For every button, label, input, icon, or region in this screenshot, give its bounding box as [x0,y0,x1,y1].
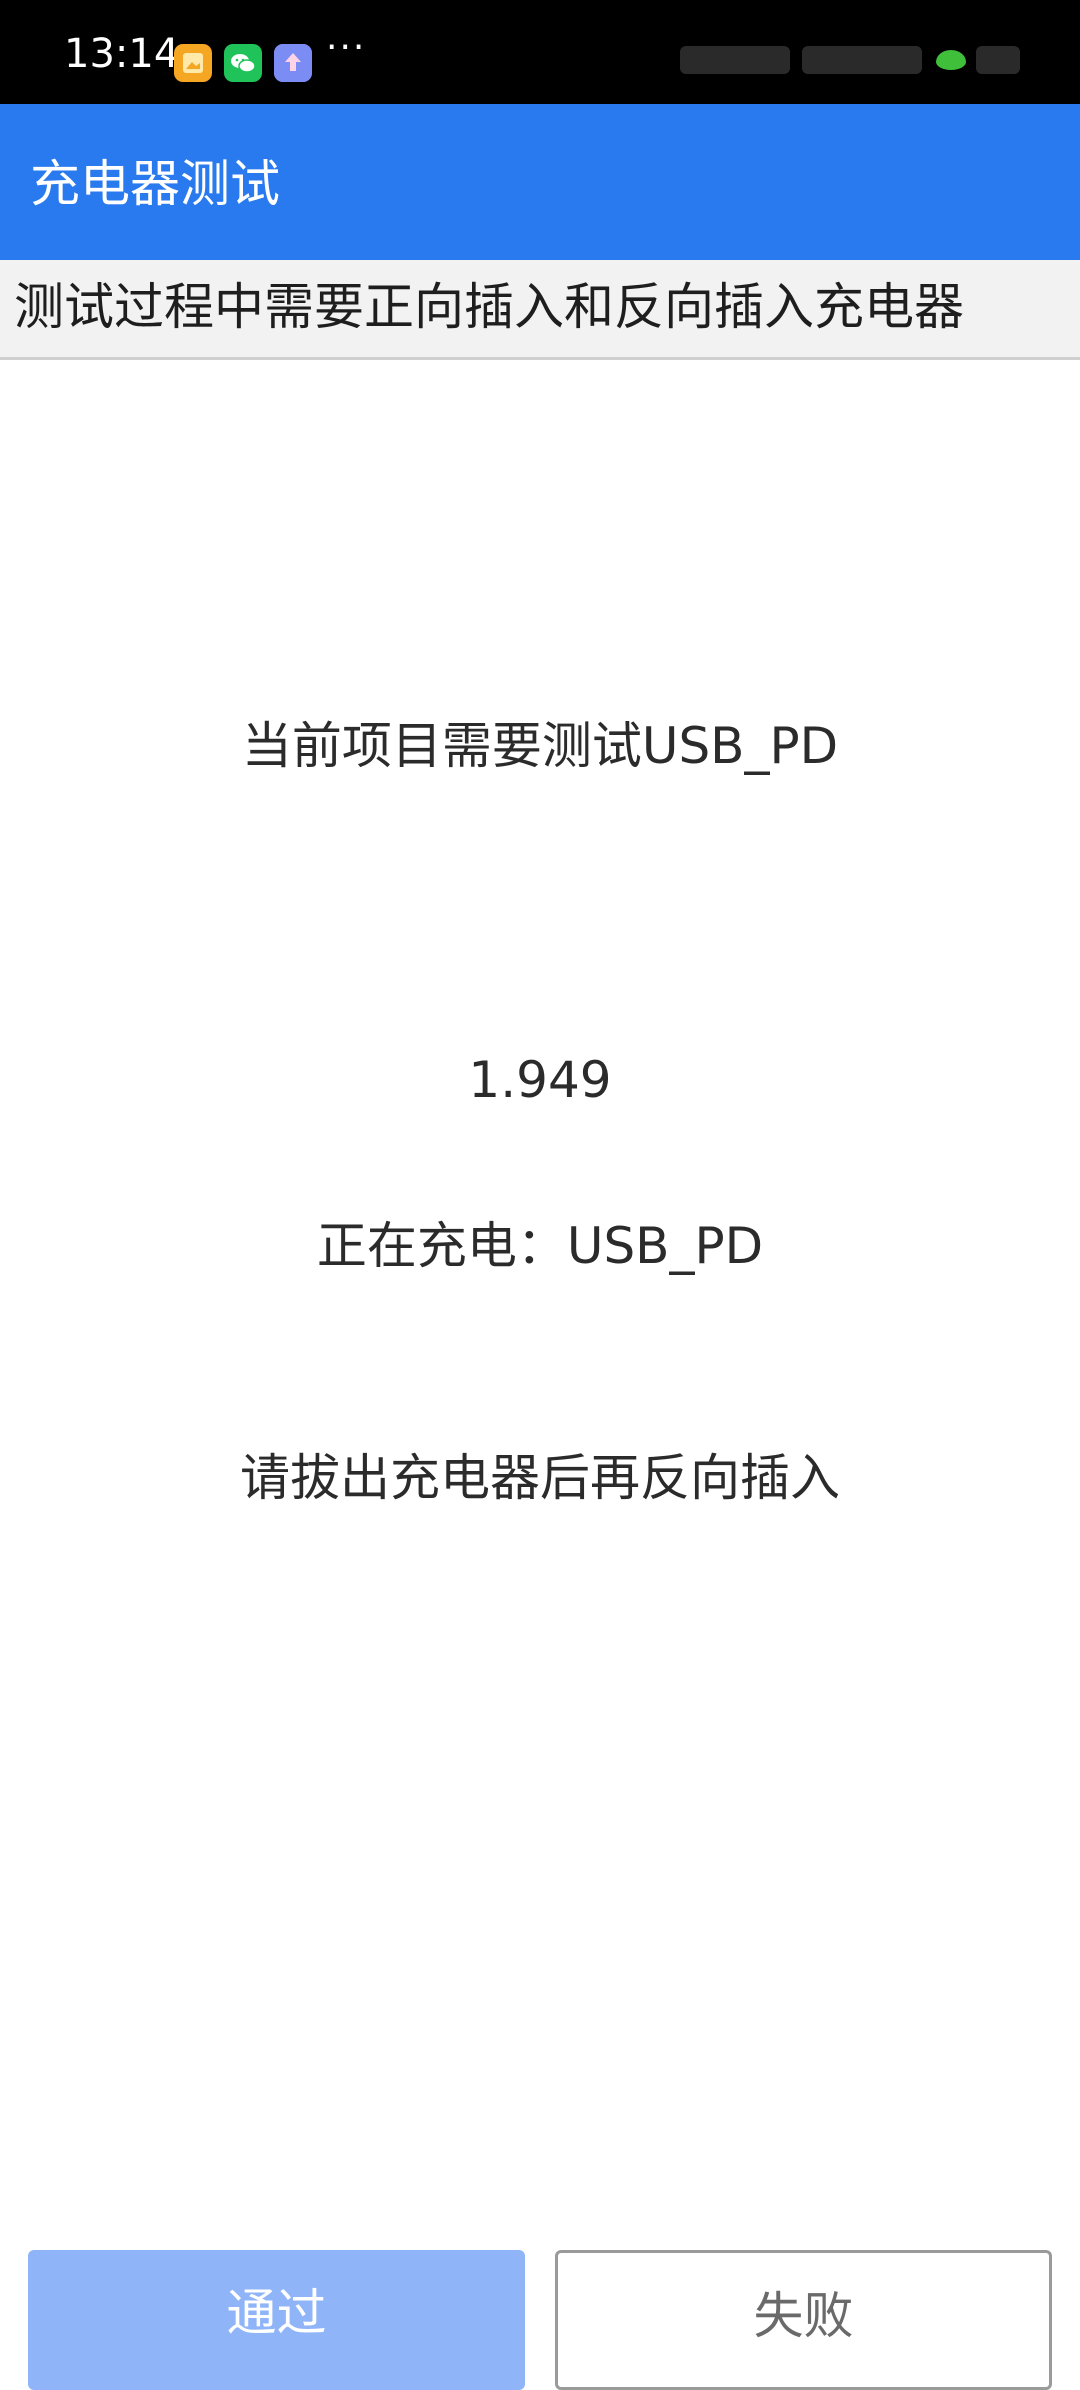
battery-indicator [976,46,1020,74]
pass-button[interactable]: 通过 [28,2250,525,2390]
status-bar: 13:14 ··· [0,0,1080,104]
reading-value: 1.949 [468,1051,612,1109]
more-notifications-icon: ··· [326,27,367,68]
hint-bar: 测试过程中需要正向插入和反向插入充电器 [0,260,1080,360]
status-time: 13:14 [64,31,180,77]
status-indicators [680,40,1030,80]
app-bar: 充电器测试 [0,104,1080,260]
wechat-icon [224,44,262,82]
hint-text: 测试过程中需要正向插入和反向插入充电器 [14,278,964,336]
network-indicator [802,46,922,74]
charging-status: 正在充电：USB_PD [316,1217,764,1275]
battery-leaf-icon [936,50,966,70]
fail-button[interactable]: 失败 [555,2250,1052,2390]
required-item-text: 当前项目需要测试USB_PD [241,717,839,775]
page-title: 充电器测试 [30,155,280,213]
instruction-text: 请拔出充电器后再反向插入 [240,1449,840,1507]
upload-app-icon [274,44,312,82]
gallery-icon [174,44,212,82]
signal-indicator [680,46,790,74]
